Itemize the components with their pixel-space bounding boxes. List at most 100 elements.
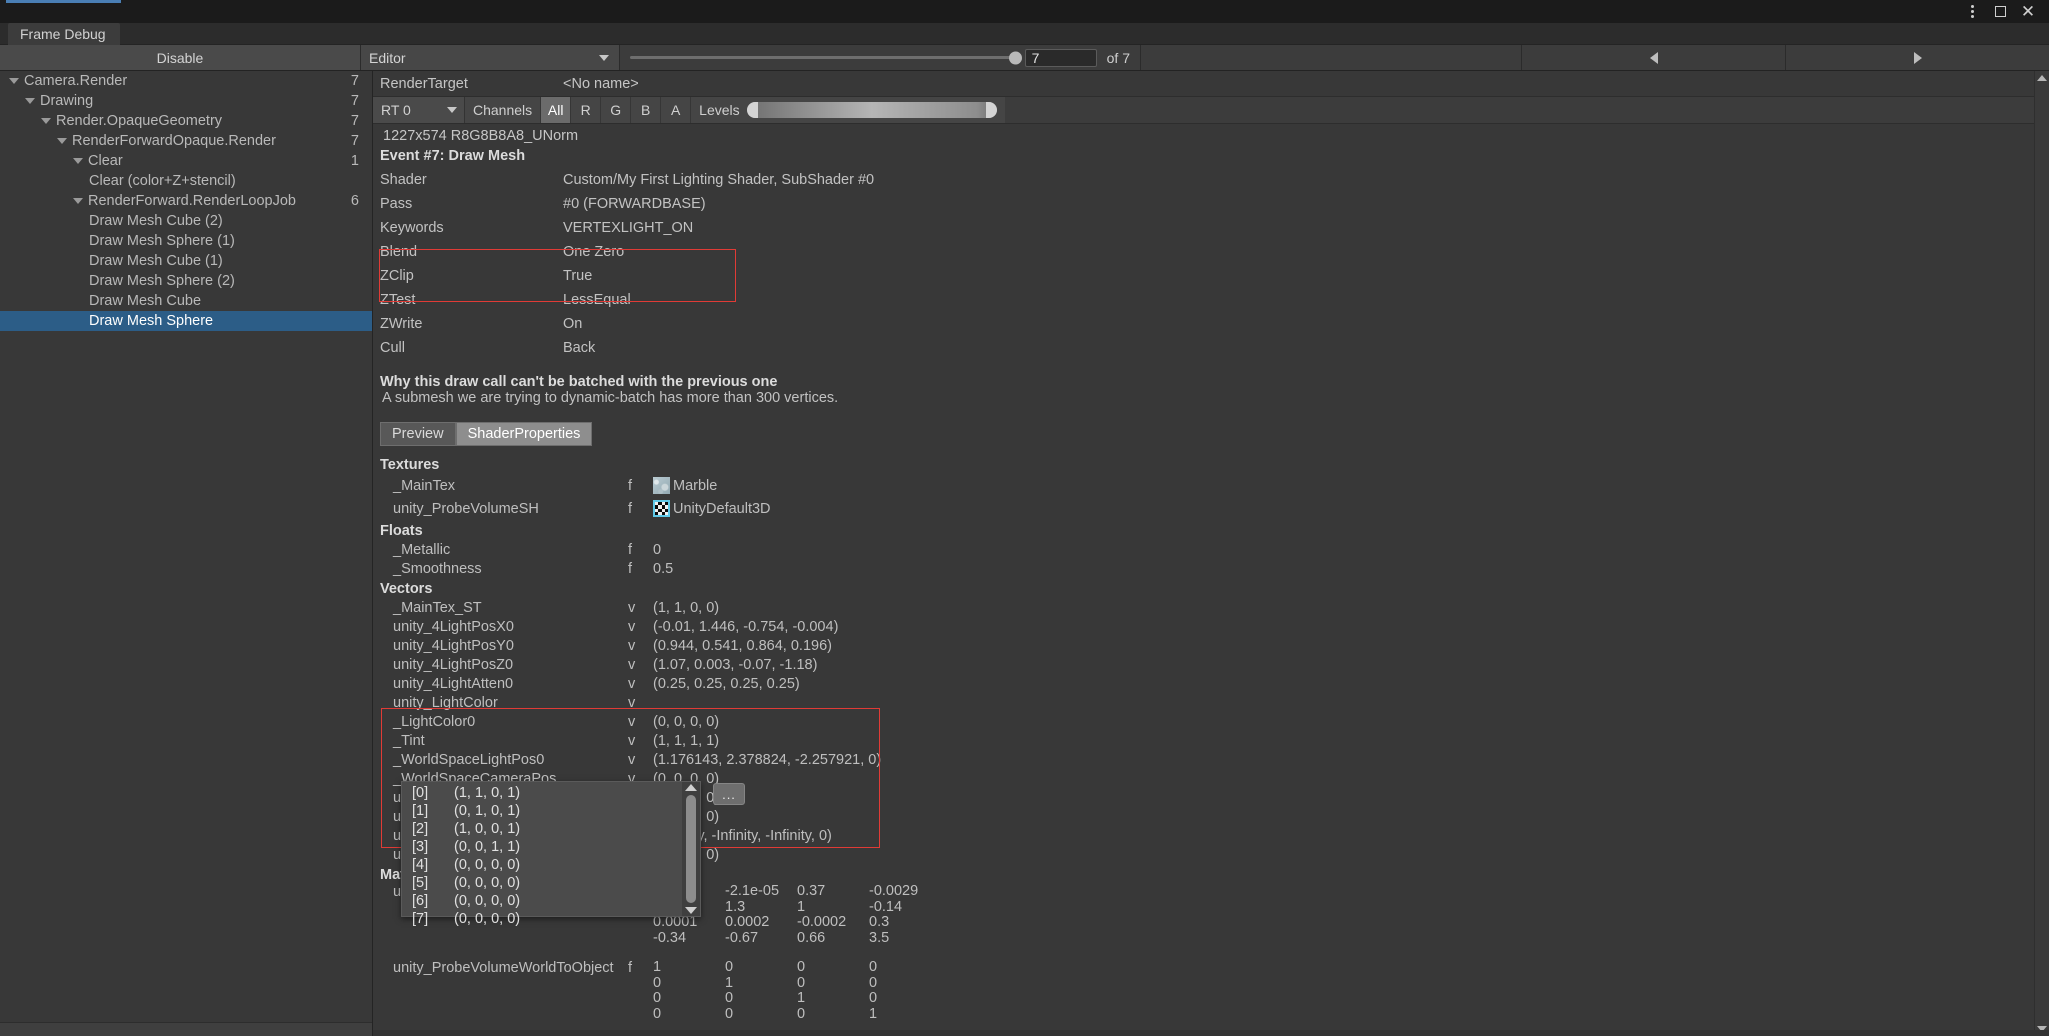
rendertarget-dimensions: 1227x574 R8G8B8A8_UNorm [383,128,579,144]
event-tree[interactable]: Camera.Render 7 Drawing 7 Render.OpaqueGeome… [0,71,373,1036]
floats-rows: _Metallic f 0 _Smoothness f 0.5 [373,540,2049,578]
tree-row-count: 7 [350,93,359,109]
twisty-icon[interactable] [41,118,51,124]
float-property-row: _Smoothness f 0.5 [373,559,2049,578]
tree-row[interactable]: Draw Mesh Sphere (1) [0,231,372,251]
property-value: UnityDefault3D [673,500,771,517]
popup-list-item[interactable]: [7] (0, 0, 0, 0) [402,910,682,928]
scroll-up-icon[interactable] [2037,75,2047,81]
scroll-thumb[interactable] [686,795,696,903]
rt-index-label: RT 0 [381,102,411,118]
batch-note-body: A submesh we are trying to dynamic-batch… [382,390,839,406]
tree-row-count: 6 [350,193,359,209]
levels-control[interactable]: Levels [690,97,1005,123]
prev-event-button[interactable] [1521,45,1785,70]
channel-button-r[interactable]: R [570,97,601,123]
matrix-cell: 0 [653,974,662,991]
popup-list-item[interactable]: [5] (0, 0, 0, 0) [402,874,682,892]
rendertarget-label: RenderTarget [380,75,468,92]
state-key: Shader [380,172,427,188]
matrix-values: 1000010000100001 [653,959,941,1022]
vector-property-row: _WorldSpaceLightPos0 v (1.176143, 2.378824… [373,750,2049,769]
toolbar-spacer [1140,45,1521,70]
tree-row-label: Draw Mesh Sphere (1) [89,233,235,249]
property-type: f [628,541,633,558]
state-row: Cull Back [373,336,2049,360]
twisty-icon[interactable] [73,158,83,164]
tree-row[interactable]: Draw Mesh Sphere [0,311,372,331]
levels-slider-track[interactable] [746,102,997,118]
event-number-input[interactable]: 7 [1024,48,1097,67]
matrix-cell: 0 [725,1005,734,1022]
popup-list-item[interactable]: [6] (0, 0, 0, 0) [402,892,682,910]
matrix-cell: 1 [797,898,806,915]
vector-array-expand-button[interactable]: ... [713,783,745,805]
property-type: f [628,560,633,577]
tree-row[interactable]: Render.OpaqueGeometry 7 [0,111,372,131]
popup-list-item[interactable]: [2] (1, 0, 0, 1) [402,820,682,838]
matrix-cell: 0 [725,959,734,975]
channel-button-all[interactable]: All [540,97,571,123]
tree-row-label: Draw Mesh Sphere (2) [89,273,235,289]
tab-frame-debug[interactable]: Frame Debug [8,23,120,45]
popup-list-item[interactable]: [0] (1, 1, 0, 1) [402,784,682,802]
popup-list-item[interactable]: [3] (0, 0, 1, 1) [402,838,682,856]
tree-row[interactable]: Draw Mesh Sphere (2) [0,271,372,291]
matrix-cell: 0 [797,1005,806,1022]
window-titlebar: ✕ [0,0,2049,23]
matrix-cell: 0 [725,990,734,1006]
event-slider-track[interactable] [630,51,1022,64]
tree-row[interactable]: RenderForward.RenderLoopJob 6 [0,191,372,211]
levels-max-handle[interactable] [985,102,997,118]
next-event-button[interactable] [1785,45,2049,70]
details-vertical-scrollbar[interactable] [2034,71,2049,1036]
close-icon[interactable]: ✕ [2015,1,2041,22]
rt-index-dropdown[interactable]: RT 0 [373,97,465,123]
event-slider[interactable]: 7 of 7 [620,45,1140,70]
tree-row[interactable]: Draw Mesh Cube [0,291,372,311]
target-context-dropdown[interactable]: Editor [361,45,620,70]
inspector-tab-strip: Preview ShaderProperties [373,422,2049,446]
event-slider-knob[interactable] [1008,51,1022,64]
twisty-icon[interactable] [9,78,19,84]
channels-label: Channels [465,97,541,123]
twisty-icon[interactable] [57,138,67,144]
inspector-tab-shaderproperties[interactable]: ShaderProperties [455,422,593,446]
scroll-down-icon[interactable] [685,907,697,914]
state-key: Keywords [380,220,444,236]
scroll-up-icon[interactable] [685,784,697,791]
disable-button[interactable]: Disable [0,45,361,70]
maximize-icon[interactable] [1987,1,2013,22]
tree-row-label: Draw Mesh Cube (2) [89,213,223,229]
popup-list-item[interactable]: [4] (0, 0, 0, 0) [402,856,682,874]
kebab-menu-icon[interactable] [1959,1,1985,22]
matrix-cell: -0.0002 [797,914,847,930]
channel-button-a[interactable]: A [660,97,691,123]
tree-row-label: Clear [88,153,123,169]
matrix-cell: 0 [653,990,662,1006]
tree-row[interactable]: RenderForwardOpaque.Render 7 [0,131,372,151]
property-type: v [628,637,636,654]
property-name: _Metallic [393,541,451,558]
matrix-cell: -2.1e-05 [725,883,780,899]
tree-row[interactable]: Draw Mesh Cube (1) [0,251,372,271]
tree-row[interactable]: Draw Mesh Cube (2) [0,211,372,231]
popup-list-item[interactable]: [1] (0, 1, 0, 1) [402,802,682,820]
tree-row[interactable]: Clear 1 [0,151,372,171]
property-value: (1, 1, 1, 1) [653,732,720,749]
channel-button-b[interactable]: B [630,97,661,123]
state-key: Cull [380,340,405,356]
inspector-tab-preview[interactable]: Preview [380,422,456,446]
twisty-icon[interactable] [73,198,83,204]
matrix-cell: 0 [869,959,878,975]
tree-row[interactable]: Clear (color+Z+stencil) [0,171,372,191]
vector-array-popup[interactable]: [0] (1, 1, 0, 1) [1] (0, 1, 0, 1) [2] (1, 0, … [401,781,701,927]
tree-row[interactable]: Camera.Render 7 [0,71,372,91]
tree-row[interactable]: Drawing 7 [0,91,372,111]
popup-scrollbar[interactable] [682,782,700,916]
property-type: v [628,618,636,635]
levels-min-handle[interactable] [746,102,758,118]
channel-button-g[interactable]: G [600,97,631,123]
event-tree-rows: Camera.Render 7 Drawing 7 Render.OpaqueGeome… [0,71,372,331]
twisty-icon[interactable] [25,98,35,104]
